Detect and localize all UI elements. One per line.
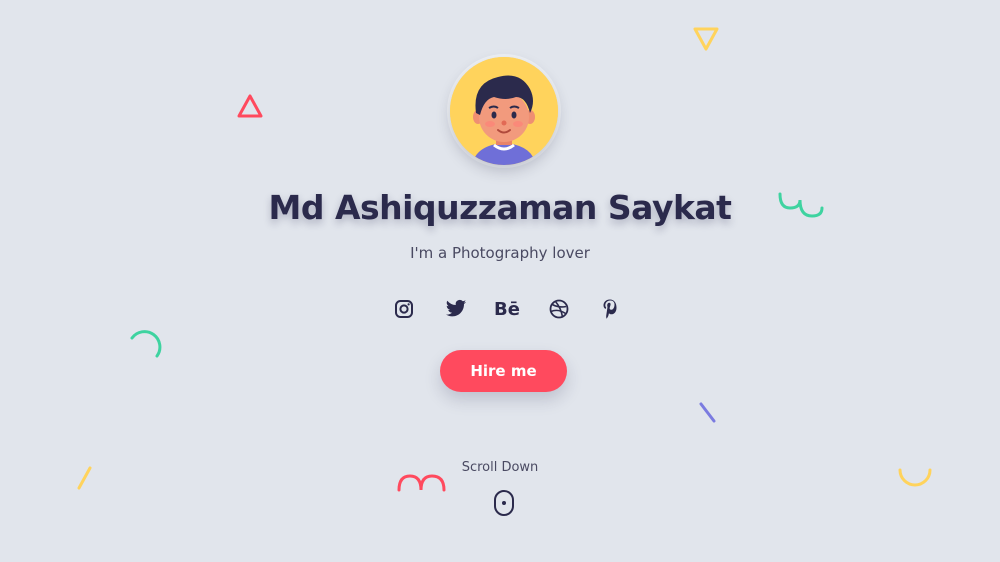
hero-tagline: I'm a Photography lover	[410, 244, 590, 262]
hero-name: Md Ashiquzzaman Saykat	[268, 188, 732, 227]
behance-link[interactable]: Bē	[494, 297, 520, 321]
triangle-red-decoration	[237, 94, 263, 118]
dribbble-link[interactable]	[547, 297, 571, 321]
twitter-icon	[445, 299, 466, 317]
mouse-scroll-icon[interactable]	[493, 489, 515, 517]
pinterest-link[interactable]	[598, 297, 622, 321]
scroll-down-label: Scroll Down	[461, 460, 539, 475]
instagram-icon	[395, 300, 413, 318]
avatar-illustration	[450, 57, 558, 165]
social-links: Bē	[392, 296, 622, 322]
line-purple-decoration	[699, 402, 716, 423]
triangle-yellow-decoration	[693, 27, 719, 51]
behance-icon: Bē	[494, 298, 520, 320]
instagram-link[interactable]	[392, 297, 416, 321]
dribbble-icon	[549, 299, 568, 319]
avatar	[450, 57, 558, 165]
pinterest-icon	[603, 299, 617, 319]
arc-teal-decoration	[130, 330, 162, 358]
hire-me-button[interactable]: Hire me	[440, 350, 567, 392]
twitter-link[interactable]	[444, 297, 468, 321]
